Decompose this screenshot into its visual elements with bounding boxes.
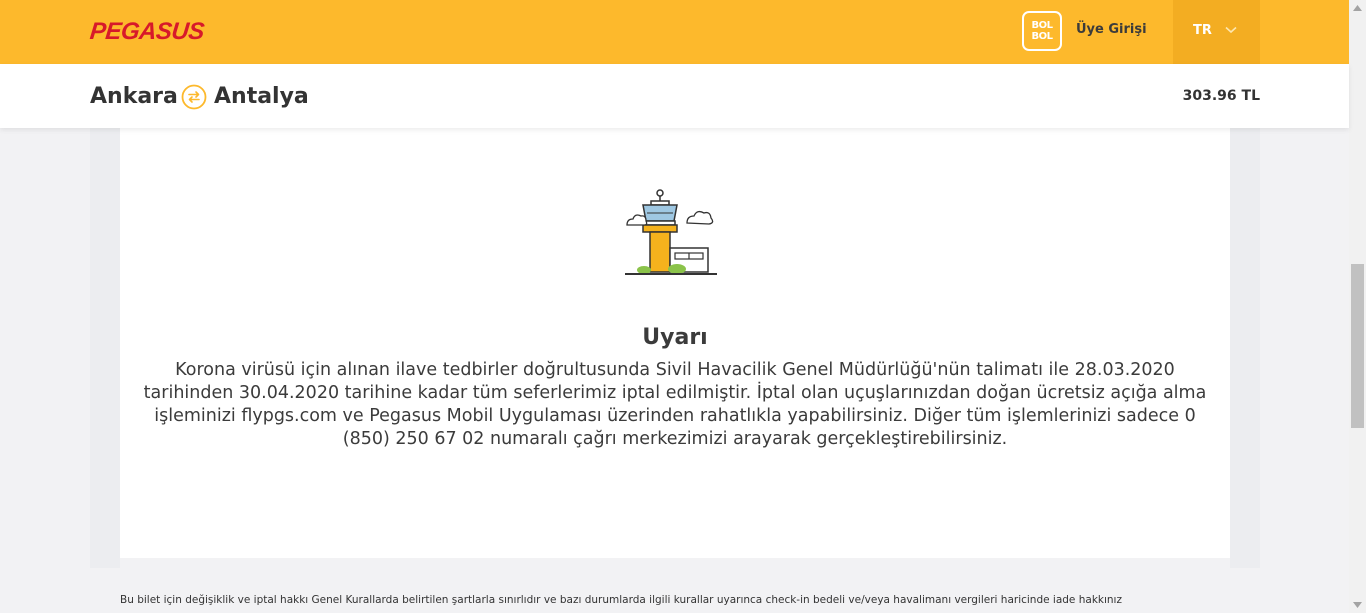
control-tower-icon bbox=[625, 189, 717, 275]
language-selector[interactable]: TR bbox=[1173, 0, 1260, 64]
vertical-scrollbar[interactable] bbox=[1349, 0, 1366, 613]
chevron-down-icon bbox=[1225, 26, 1237, 34]
pegasus-logo[interactable]: PEGASUS bbox=[89, 18, 206, 46]
scroll-down-arrow-icon[interactable] bbox=[1353, 602, 1362, 608]
origin-city: Ankara bbox=[90, 84, 178, 109]
route-summary-bar: Ankara Antalya 303.96 TL bbox=[0, 64, 1349, 128]
top-navbar: PEGASUS BOL BOL Üye Girişi TR bbox=[0, 0, 1366, 64]
content-side-left bbox=[90, 128, 120, 568]
notice-title: Uyarı bbox=[642, 325, 708, 350]
total-price: 303.96 TL bbox=[1182, 88, 1260, 104]
content-side-right bbox=[1230, 128, 1260, 568]
destination-city: Antalya bbox=[214, 84, 309, 109]
swap-arrows-icon bbox=[181, 84, 207, 110]
bolbol-line1: BOL bbox=[1031, 20, 1054, 31]
ticket-rules-note: Bu bilet için değişiklik ve iptal hakkı … bbox=[120, 594, 1122, 606]
notice-card: Uyarı Korona virüsü için alınan ilave te… bbox=[120, 128, 1230, 558]
bolbol-logo-icon[interactable]: BOL BOL bbox=[1022, 11, 1062, 51]
bolbol-line2: BOL bbox=[1031, 31, 1054, 42]
member-login-link[interactable]: Üye Girişi bbox=[1076, 22, 1147, 37]
scroll-up-arrow-icon[interactable] bbox=[1353, 5, 1362, 11]
scrollbar-thumb[interactable] bbox=[1351, 264, 1364, 428]
notice-message: Korona virüsü için alınan ilave tedbirle… bbox=[143, 360, 1207, 449]
language-code: TR bbox=[1193, 23, 1212, 38]
